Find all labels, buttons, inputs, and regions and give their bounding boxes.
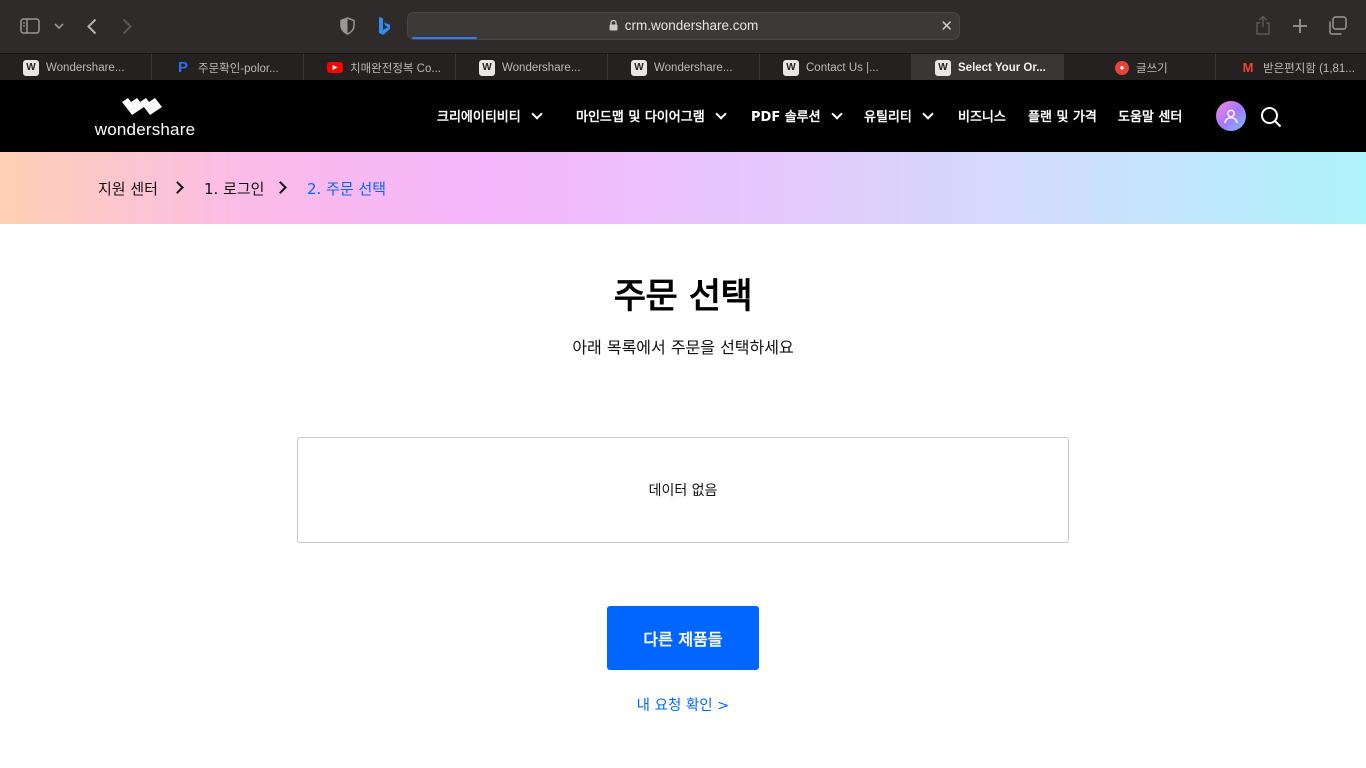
order-list: 데이터 없음 bbox=[297, 437, 1069, 543]
breadcrumb-login[interactable]: 1. 로그인 bbox=[204, 178, 264, 199]
privacy-shield-icon[interactable] bbox=[339, 16, 356, 36]
nav-creativity[interactable]: 크리에이티비티 bbox=[437, 106, 543, 125]
breadcrumb-support-center[interactable]: 지원 센터 bbox=[98, 178, 158, 199]
tab-bar: W Wondershare... P 주문확인-polor... ▶ 치매완전정복 C… bbox=[0, 53, 1366, 81]
browser-tab-active[interactable]: W Select Your Or... bbox=[912, 54, 1064, 81]
other-products-button[interactable]: 다른 제품들 bbox=[607, 606, 759, 670]
chevron-down-icon bbox=[922, 107, 934, 120]
nav-business[interactable]: 비즈니스 bbox=[958, 106, 1006, 125]
chevron-right-icon bbox=[171, 181, 184, 194]
tab-label: 주문확인-polor... bbox=[198, 62, 279, 75]
chevron-down-icon bbox=[531, 107, 543, 120]
nav-label: 비즈니스 bbox=[958, 110, 1006, 125]
wondershare-icon: W bbox=[935, 59, 951, 76]
tab-label: Wondershare... bbox=[654, 61, 733, 74]
page-load-progress bbox=[412, 37, 478, 39]
nav-label: 크리에이티비티 bbox=[437, 110, 521, 125]
polor-icon: P bbox=[177, 59, 188, 76]
wondershare-icon: W bbox=[479, 59, 495, 76]
page-subtitle: 아래 목록에서 주문을 선택하세요 bbox=[572, 338, 794, 357]
sidebar-toggle-icon[interactable] bbox=[20, 17, 40, 35]
chevron-right-icon bbox=[274, 181, 287, 194]
browser-tab[interactable]: ● 글쓰기 bbox=[1064, 54, 1216, 81]
chevron-down-icon bbox=[714, 107, 727, 120]
nav-label: 도움말 센터 bbox=[1118, 110, 1183, 125]
stop-loading-icon[interactable]: ✕ bbox=[940, 17, 953, 35]
tab-label: Wondershare... bbox=[502, 61, 581, 74]
page-title: 주문 선택 bbox=[613, 277, 753, 317]
browser-tab[interactable]: P 주문확인-polor... bbox=[152, 54, 304, 81]
tab-label: 치매완전정복 Co... bbox=[350, 62, 441, 75]
breadcrumb: 지원 센터 1. 로그인 2. 주문 선택 bbox=[0, 152, 1366, 224]
wondershare-icon: W bbox=[783, 59, 799, 76]
wondershare-logo-icon[interactable] bbox=[122, 98, 164, 116]
write-icon: ● bbox=[1115, 60, 1129, 75]
browser-tab[interactable]: M 받은편지함 (1,81... bbox=[1216, 54, 1366, 81]
wondershare-icon: W bbox=[23, 59, 39, 76]
gmail-icon: M bbox=[1242, 60, 1254, 75]
nav-label: PDF 솔루션 bbox=[751, 110, 821, 125]
breadcrumb-select-order: 2. 주문 선택 bbox=[307, 180, 387, 198]
nav-label: 플랜 및 가격 bbox=[1028, 110, 1097, 125]
tab-label: Contact Us |... bbox=[806, 61, 879, 74]
search-icon[interactable] bbox=[1260, 106, 1282, 128]
nav-mindmap-diagram[interactable]: 마인드맵 및 다이어그램 bbox=[576, 106, 727, 125]
nav-pdf-solutions[interactable]: PDF 솔루션 bbox=[751, 106, 843, 125]
tab-label: Wondershare... bbox=[46, 61, 125, 74]
nav-label: 마인드맵 및 다이어그램 bbox=[576, 110, 705, 125]
youtube-icon: ▶ bbox=[327, 62, 343, 73]
browser-tab[interactable]: W Wondershare... bbox=[608, 54, 760, 81]
browser-toolbar: crm.wondershare.com ✕ bbox=[0, 0, 1366, 53]
share-icon[interactable] bbox=[1254, 14, 1272, 36]
tab-label: Select Your Or... bbox=[958, 61, 1046, 74]
browser-tab[interactable]: W Wondershare... bbox=[0, 54, 152, 81]
user-avatar[interactable] bbox=[1216, 101, 1246, 131]
tab-label: 받은편지함 (1,81... bbox=[1263, 62, 1355, 75]
nav-label: 유틸리티 bbox=[864, 110, 912, 125]
empty-state-text: 데이터 없음 bbox=[648, 483, 718, 499]
logo-text[interactable]: wondershare bbox=[90, 120, 200, 140]
address-bar[interactable]: crm.wondershare.com ✕ bbox=[407, 12, 960, 40]
browser-tab[interactable]: ▶ 치매완전정복 Co... bbox=[304, 54, 456, 81]
forward-icon[interactable] bbox=[119, 15, 135, 37]
url-text: crm.wondershare.com bbox=[624, 18, 759, 33]
tab-label: 글쓰기 bbox=[1136, 62, 1168, 75]
back-icon[interactable] bbox=[84, 15, 100, 37]
wondershare-icon: W bbox=[631, 59, 647, 76]
browser-tab[interactable]: W Contact Us |... bbox=[760, 54, 912, 81]
chevron-down-icon[interactable] bbox=[53, 19, 65, 33]
lock-icon bbox=[609, 19, 618, 31]
chevron-down-icon bbox=[830, 107, 843, 120]
user-icon bbox=[1224, 109, 1238, 124]
nav-plans-pricing[interactable]: 플랜 및 가격 bbox=[1028, 106, 1097, 125]
bing-icon[interactable] bbox=[376, 15, 392, 37]
my-requests-link[interactable]: 내 요청 확인 > bbox=[0, 694, 1366, 715]
site-header: wondershare 크리에이티비티 마인드맵 및 다이어그램 PDF 솔루션… bbox=[0, 80, 1366, 152]
tab-overview-icon[interactable] bbox=[1327, 15, 1347, 35]
nav-utilities[interactable]: 유틸리티 bbox=[864, 106, 934, 125]
browser-tab[interactable]: W Wondershare... bbox=[456, 54, 608, 81]
new-tab-icon[interactable] bbox=[1291, 17, 1309, 35]
nav-help-center[interactable]: 도움말 센터 bbox=[1118, 106, 1182, 125]
